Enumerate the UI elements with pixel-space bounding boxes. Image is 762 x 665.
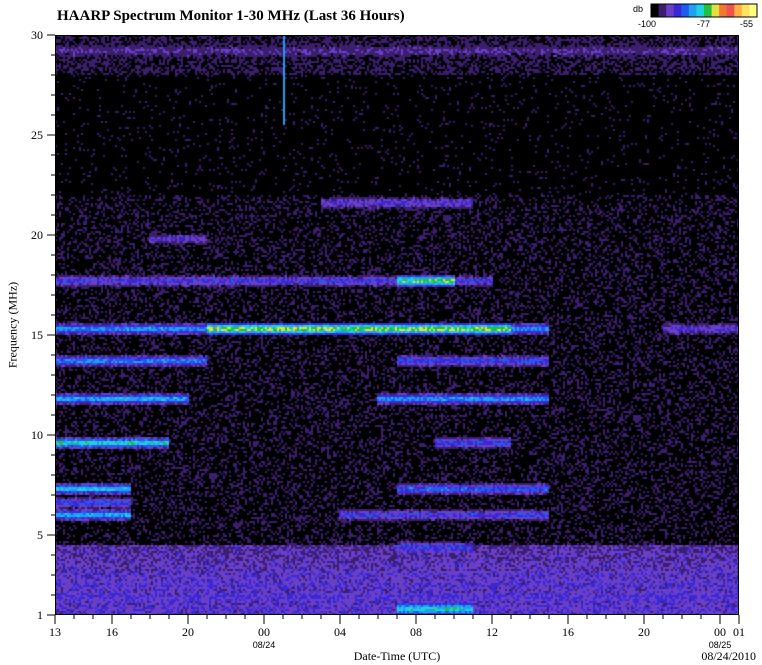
date-label: 08/24/2010: [701, 649, 756, 663]
colorbar-swatch: [711, 4, 720, 17]
colorbar-swatch: [719, 4, 728, 17]
colorbar-swatch: [741, 4, 750, 17]
y-tick-label: 15: [31, 328, 43, 342]
x-tick-label: 16: [106, 625, 118, 639]
x-tick-label: 13: [49, 625, 61, 639]
x-tick-label: 20: [638, 625, 650, 639]
x-date-label: 08/25: [708, 640, 732, 650]
y-axis-label: Frequency (MHz): [5, 281, 20, 369]
colorbar-swatch: [673, 4, 682, 17]
spectrum-chart: HAARP Spectrum Monitor 1-30 MHz (Last 36…: [0, 0, 762, 665]
y-tick-label: 10: [31, 428, 43, 442]
colorbar-swatch: [734, 4, 743, 17]
x-tick-label: 20: [182, 625, 194, 639]
y-tick-label: 30: [31, 28, 43, 42]
y-tick-label: 5: [37, 528, 43, 542]
y-tick-label: 20: [31, 228, 43, 242]
colorbar-swatch: [658, 4, 667, 17]
x-tick-label: 04: [334, 625, 346, 639]
x-tick-label: 12: [486, 625, 498, 639]
x-tick-label: 00: [714, 625, 726, 639]
x-tick-label: 00: [258, 625, 270, 639]
y-tick-label: 1: [37, 608, 43, 622]
colorbar-swatch: [681, 4, 690, 17]
colorbar-swatch: [704, 4, 713, 17]
colorbar-swatch: [688, 4, 697, 17]
colorbar-swatch: [651, 4, 660, 17]
x-tick-label: 01: [733, 625, 745, 639]
colorbar-swatch: [726, 4, 735, 17]
x-date-label: 08/24: [252, 640, 276, 650]
colorbar-swatch: [749, 4, 758, 17]
x-tick-label: 16: [562, 625, 574, 639]
colorbar-swatch: [696, 4, 705, 17]
y-tick-label: 25: [31, 128, 43, 142]
axes-overlay: [47, 3, 758, 624]
colorbar-swatch: [666, 4, 675, 17]
x-tick-label: 08: [410, 625, 422, 639]
x-axis-label: Date-Time (UTC): [353, 649, 441, 663]
